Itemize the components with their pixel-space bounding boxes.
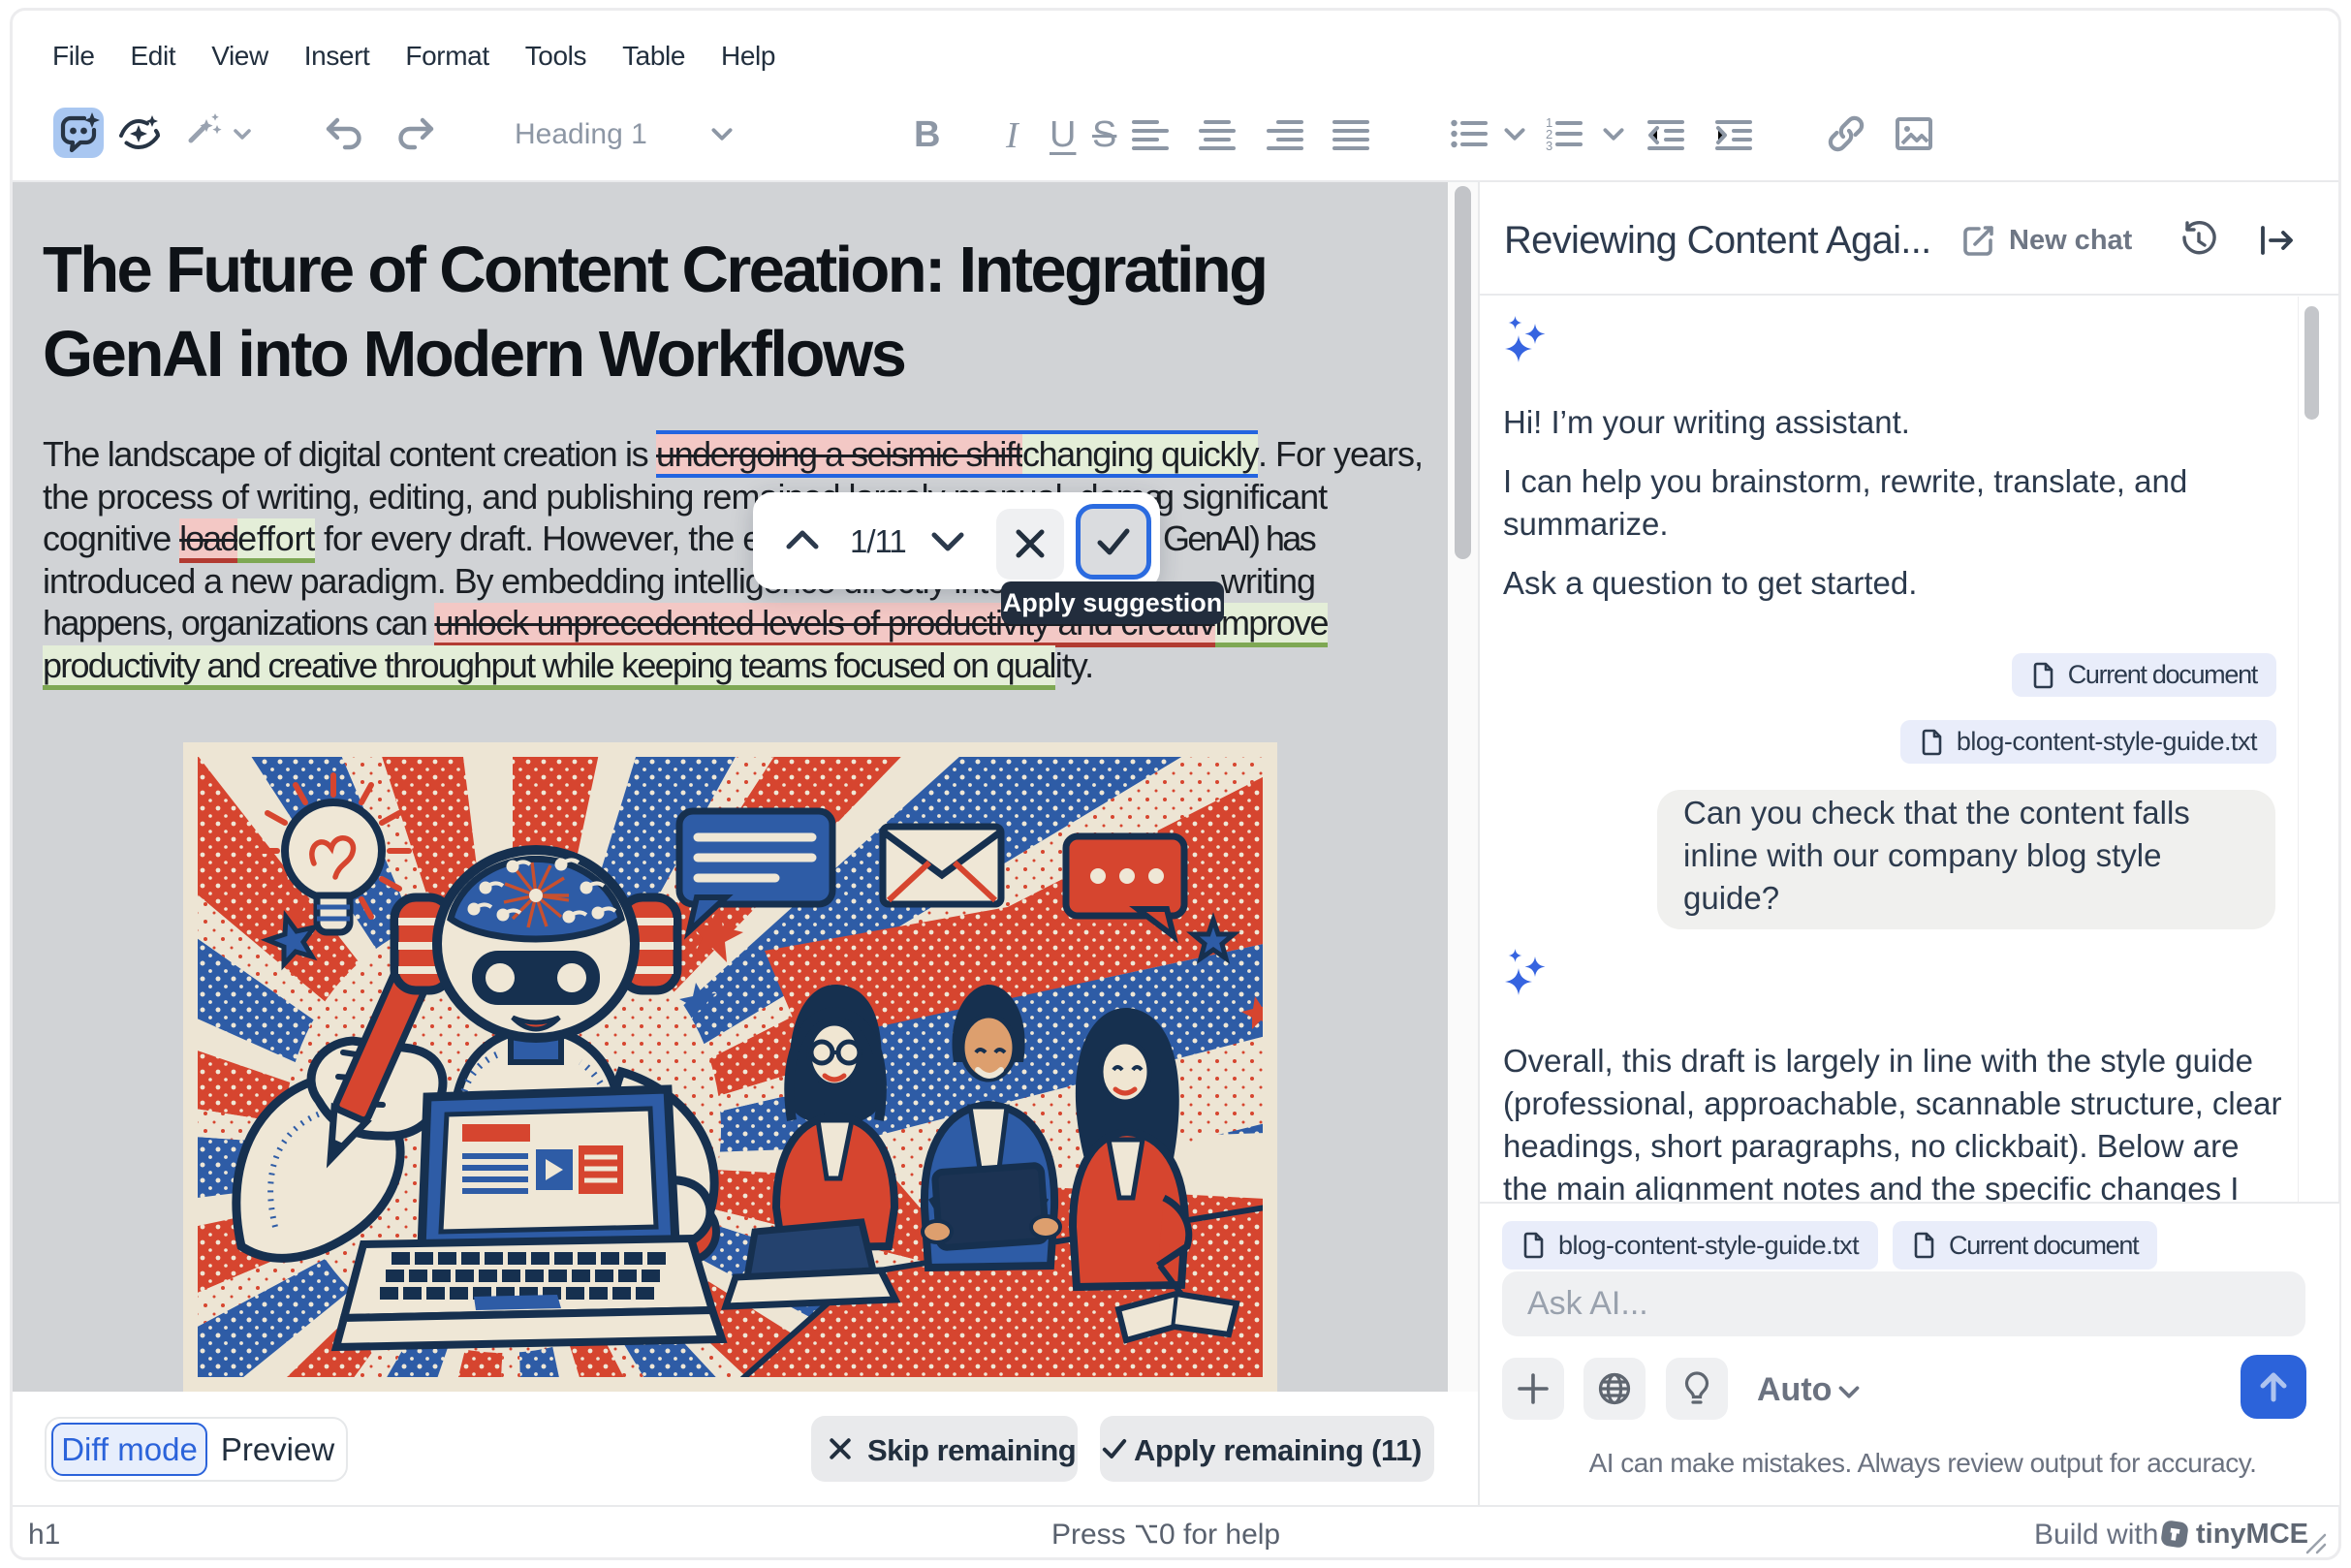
svg-text:3: 3 [1546, 139, 1552, 153]
